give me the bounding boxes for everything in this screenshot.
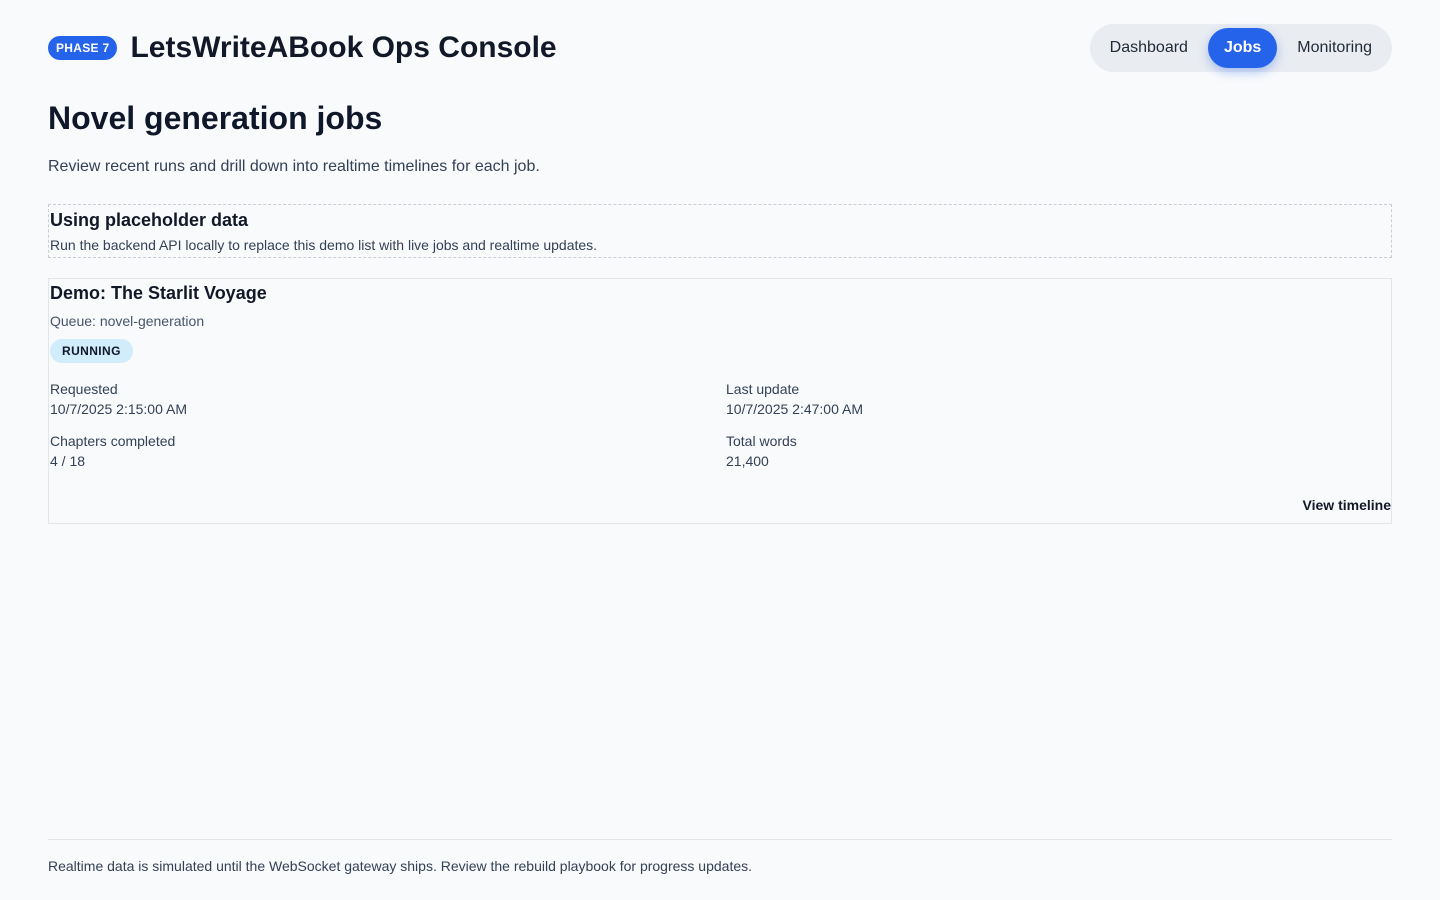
app-header: PHASE 7 LetsWriteABook Ops Console Dashb… xyxy=(48,24,1392,72)
job-title: Demo: The Starlit Voyage xyxy=(50,283,267,303)
stat-chapters-value: 4 / 18 xyxy=(50,453,86,469)
nav-monitoring[interactable]: Monitoring xyxy=(1277,28,1392,68)
stat-last-update-label: Last update xyxy=(726,381,800,397)
app-title: LetsWriteABook Ops Console xyxy=(130,31,557,64)
status-badge: RUNNING xyxy=(50,339,133,363)
stat-last-update: Last update 10/7/2025 2:47:00 AM xyxy=(726,379,863,419)
stat-words-value: 21,400 xyxy=(726,453,769,469)
nav-jobs[interactable]: Jobs xyxy=(1207,28,1278,68)
main-nav: Dashboard Jobs Monitoring xyxy=(1089,24,1392,72)
phase-badge: PHASE 7 xyxy=(48,36,118,60)
notice-text: Run the backend API locally to replace t… xyxy=(50,237,598,253)
stat-requested-value: 10/7/2025 2:15:00 AM xyxy=(50,401,187,417)
job-card: Demo: The Starlit Voyage Queue: novel-ge… xyxy=(48,278,1392,524)
brand: PHASE 7 LetsWriteABook Ops Console xyxy=(48,31,557,65)
placeholder-notice: Using placeholder data Run the backend A… xyxy=(48,204,1392,258)
page-title: Novel generation jobs xyxy=(48,100,383,136)
stat-last-update-value: 10/7/2025 2:47:00 AM xyxy=(726,401,863,417)
page-subtitle: Review recent runs and drill down into r… xyxy=(48,158,540,175)
footer-divider xyxy=(48,839,1392,840)
stat-words-label: Total words xyxy=(726,433,797,449)
stat-words: Total words 21,400 xyxy=(726,431,797,471)
footer-text: Realtime data is simulated until the Web… xyxy=(48,858,753,874)
notice-title: Using placeholder data xyxy=(50,210,249,230)
job-queue: Queue: novel-generation xyxy=(50,313,205,329)
stat-chapters-label: Chapters completed xyxy=(50,433,176,449)
nav-dashboard[interactable]: Dashboard xyxy=(1090,28,1208,68)
view-timeline-link[interactable]: View timeline xyxy=(1303,497,1391,513)
stat-requested-label: Requested xyxy=(50,381,118,397)
stat-requested: Requested 10/7/2025 2:15:00 AM xyxy=(50,379,187,419)
stat-chapters: Chapters completed 4 / 18 xyxy=(50,431,175,471)
